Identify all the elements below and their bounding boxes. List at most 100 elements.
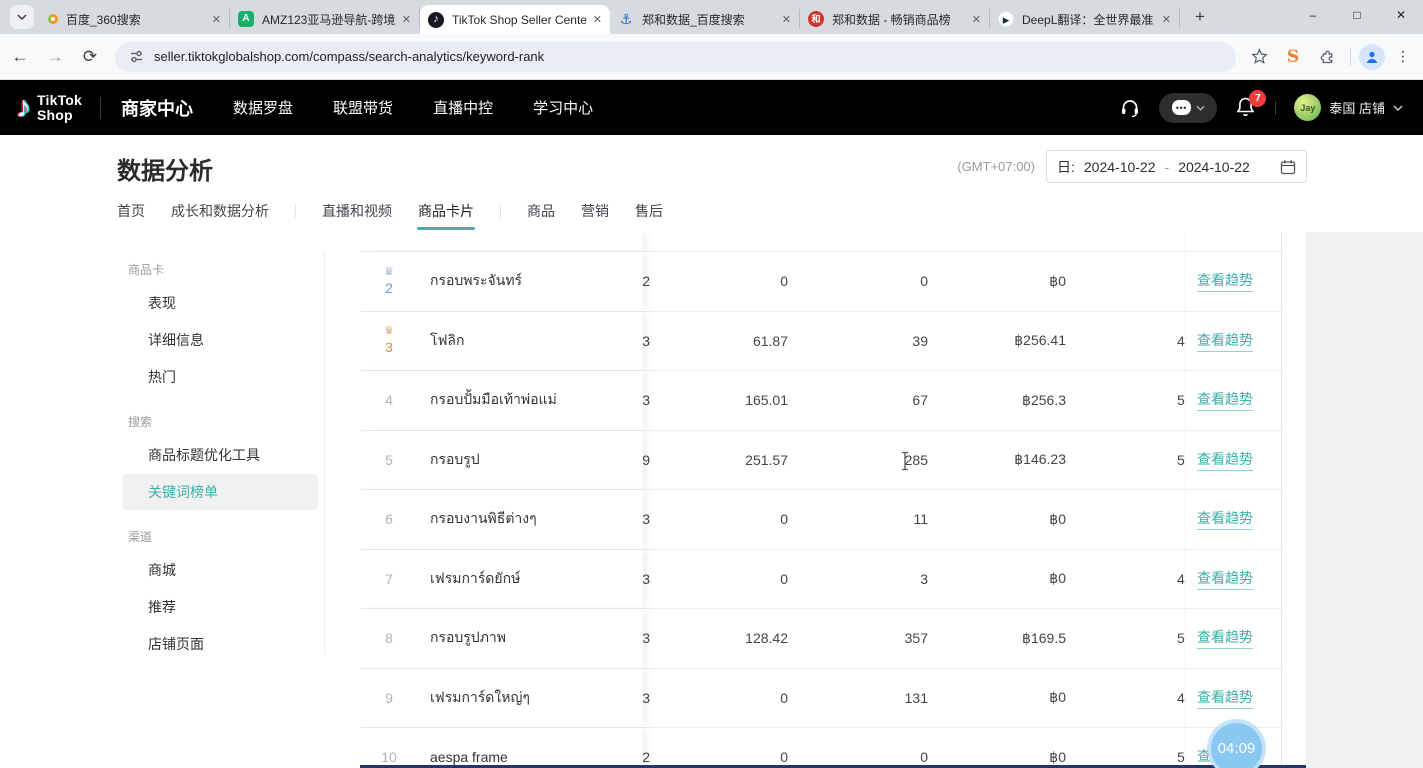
address-bar[interactable]: seller.tiktokglobalshop.com/compass/sear… (115, 42, 1236, 72)
timezone-label: (GMT+07:00) (940, 159, 1035, 174)
date-range-picker[interactable]: 日: 2024-10-22 - 2024-10-22 (1046, 150, 1307, 183)
tab-商品卡片[interactable]: 商品卡片 (418, 201, 474, 221)
logo-line2: Shop (37, 107, 73, 123)
tab-title: AMZ123亚马逊导航-跨境 (262, 11, 396, 28)
crown-icon: ♛ (384, 326, 394, 337)
sticky-right-pane: 查看趋势 (1185, 490, 1282, 549)
header-nav-active[interactable]: 商家中心 (121, 95, 193, 121)
date-granularity-label: 日: (1057, 157, 1075, 177)
sidebar-item-表现[interactable]: 表现 (123, 285, 318, 321)
tab-close-icon[interactable]: ✕ (782, 13, 791, 26)
chevron-down-icon (1393, 105, 1403, 111)
messages-button[interactable]: ••• (1159, 93, 1217, 123)
rank-cell: 8 (370, 609, 408, 668)
view-trend-link[interactable]: 查看趋势 (1197, 330, 1253, 352)
value-cell-1: 61.87 (678, 312, 788, 371)
tab-营销[interactable]: 营销 (581, 201, 609, 221)
gmv-cell: ฿169.5 (906, 609, 1066, 668)
tab-close-icon[interactable]: ✕ (972, 13, 981, 26)
sticky-right-pane: 查看趋势 (1185, 609, 1282, 668)
bookmark-star-icon[interactable] (1246, 48, 1272, 65)
sticky-right-pane: 查看趋势 (1185, 669, 1282, 728)
view-trend-link[interactable]: 查看趋势 (1197, 449, 1253, 471)
close-button[interactable]: ✕ (1379, 2, 1423, 28)
rank-number: 2 (385, 280, 393, 296)
header-nav-item[interactable]: 联盟带货 (333, 97, 393, 118)
keyword-cell: โฟลิก (430, 312, 635, 371)
rank-number: 7 (385, 571, 393, 587)
header-nav-item[interactable]: 直播中控 (433, 97, 493, 118)
tab-search-button[interactable] (10, 5, 34, 29)
minimize-button[interactable]: – (1291, 2, 1335, 28)
site-info-icon[interactable] (129, 49, 144, 64)
extensions-puzzle-icon[interactable] (1314, 48, 1340, 65)
browser-menu-icon[interactable]: ⋮ (1391, 48, 1415, 65)
header-divider (100, 97, 101, 119)
sidebar-item-热门[interactable]: 热门 (123, 359, 318, 395)
sidebar-item-详细信息[interactable]: 详细信息 (123, 322, 318, 358)
header-nav-item[interactable]: 学习中心 (533, 97, 593, 118)
gmv-cell: ฿0 (906, 252, 1066, 311)
extension-s-icon[interactable]: S (1280, 47, 1306, 67)
header-nav-item[interactable]: 数据罗盘 (233, 97, 293, 118)
view-trend-link[interactable]: 查看趋势 (1197, 568, 1253, 590)
tab-close-icon[interactable]: ✕ (593, 13, 602, 26)
tab-close-icon[interactable]: ✕ (1162, 13, 1171, 26)
gmv-cell: ฿256.41 (906, 312, 1066, 371)
tab-首页[interactable]: 首页 (117, 201, 145, 221)
reload-button[interactable]: ⟳ (75, 47, 105, 67)
tab-close-icon[interactable]: ✕ (402, 13, 411, 26)
table-row: 9251.57285฿146.2355กรอบรูป查看趋势 (360, 431, 1283, 491)
table-row-clipped (360, 232, 1283, 252)
browser-tab[interactable]: AAMZ123亚马逊导航-跨境✕ (230, 9, 420, 29)
view-trend-link[interactable]: 查看趋势 (1197, 508, 1253, 530)
value-cell-1: 0 (678, 252, 788, 311)
sidebar-section-label: 搜索 (115, 407, 324, 436)
calendar-icon[interactable] (1280, 159, 1296, 175)
browser-tab[interactable]: 百度_360搜索✕ (40, 9, 230, 29)
sticky-right-pane: 查看趋势 (1185, 371, 1282, 430)
rank-number: 10 (381, 749, 397, 765)
sidebar-item-商城[interactable]: 商城 (123, 552, 318, 588)
sidebar: 商品卡表现详细信息热门搜索商品标题优化工具关键词榜单渠道商城推荐店铺页面 (115, 252, 324, 663)
forward-button[interactable]: → (40, 47, 70, 67)
support-headset-icon[interactable] (1119, 97, 1141, 119)
browser-tab[interactable]: ♪TikTok Shop Seller Center✕ (420, 5, 610, 34)
date-to[interactable]: 2024-10-22 (1178, 159, 1250, 175)
tiktok-shop-logo[interactable]: ♪ TikTok Shop (16, 93, 82, 123)
sidebar-item-店铺页面[interactable]: 店铺页面 (123, 626, 318, 662)
browser-profile-avatar[interactable] (1359, 44, 1385, 70)
browser-tab[interactable]: 和郑和数据 - 畅销商品榜✕ (800, 9, 990, 29)
store-selector[interactable]: Jay 泰国 店铺 (1294, 94, 1403, 121)
view-trend-link[interactable]: 查看趋势 (1197, 687, 1253, 709)
sidebar-item-推荐[interactable]: 推荐 (123, 589, 318, 625)
date-from[interactable]: 2024-10-22 (1084, 159, 1156, 175)
view-trend-link[interactable]: 查看趋势 (1197, 270, 1253, 292)
back-button[interactable]: ← (5, 47, 35, 67)
maximize-button[interactable]: □ (1335, 2, 1379, 28)
new-tab-button[interactable]: + (1186, 3, 1214, 31)
store-avatar: Jay (1294, 94, 1321, 121)
sidebar-item-商品标题优化工具[interactable]: 商品标题优化工具 (123, 437, 318, 473)
tab-售后[interactable]: 售后 (635, 201, 663, 221)
view-trend-link[interactable]: 查看趋势 (1197, 389, 1253, 411)
notifications-button[interactable]: 7 (1235, 96, 1257, 120)
tab-商品[interactable]: 商品 (527, 201, 555, 221)
rank-number: 9 (385, 690, 393, 706)
rank-cell: 4 (370, 371, 408, 430)
tiktok-note-icon: ♪ (16, 93, 31, 123)
tab-close-icon[interactable]: ✕ (212, 13, 221, 26)
tab-成长和数据分析[interactable]: 成长和数据分析 (171, 201, 269, 221)
sidebar-item-关键词榜单[interactable]: 关键词榜单 (123, 474, 318, 510)
sticky-left-pane: 4กรอบปั้มมือเท้าพ่อแม่ (360, 371, 643, 430)
tab-直播和视频[interactable]: 直播和视频 (322, 201, 392, 221)
browser-tab[interactable]: ⚓郑和数据_百度搜索✕ (610, 9, 800, 29)
recording-timer-bubble[interactable]: 04:09 (1208, 720, 1265, 768)
toolbar-divider (1350, 48, 1351, 66)
tab-divider (500, 205, 501, 218)
store-name: 泰国 店铺 (1329, 98, 1385, 117)
view-trend-link[interactable]: 查看趋势 (1197, 627, 1253, 649)
value-cell-1: 165.01 (678, 371, 788, 430)
rank-number: 3 (385, 339, 393, 355)
browser-tab[interactable]: ▸DeepL翻译：全世界最准✕ (990, 9, 1180, 29)
